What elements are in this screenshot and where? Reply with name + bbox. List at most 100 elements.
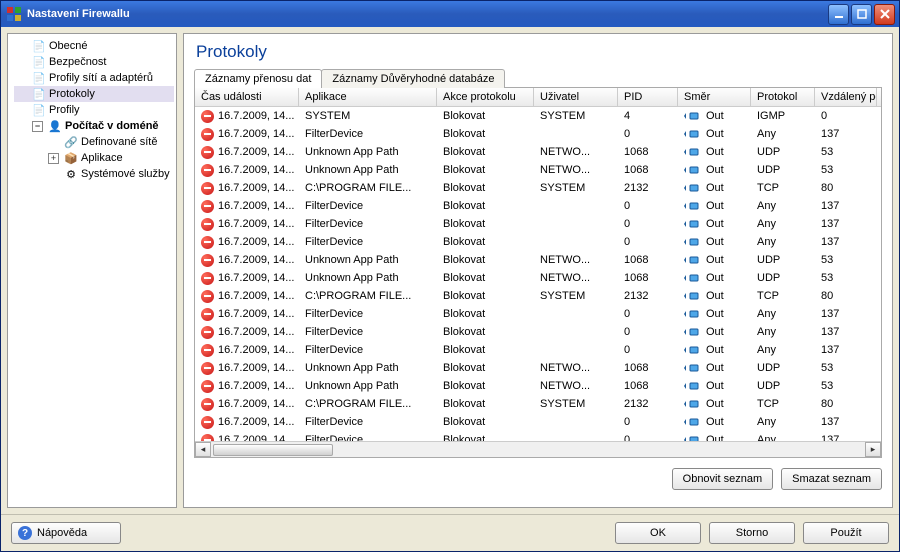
cell-user: SYSTEM xyxy=(534,287,618,305)
table-row[interactable]: 16.7.2009, 14...FilterDeviceBlokovat0Out… xyxy=(195,197,881,215)
cell-app: Unknown App Path xyxy=(299,251,437,269)
tree-item-pocitac[interactable]: − 👤 Počítač v doméně xyxy=(30,118,174,134)
cell-action: Blokovat xyxy=(437,125,534,143)
scroll-thumb[interactable] xyxy=(213,444,333,456)
direction-out-icon xyxy=(684,434,702,441)
tab-trusted-db[interactable]: Záznamy Důvěryhodné databáze xyxy=(321,69,505,88)
deny-icon xyxy=(201,434,214,442)
tree-item-profily-siti[interactable]: 📄 Profily sítí a adaptérů xyxy=(14,70,174,86)
tree-label: Definované sítě xyxy=(81,136,157,148)
scroll-right-icon[interactable]: ▸ xyxy=(865,442,881,457)
maximize-button[interactable] xyxy=(851,4,872,25)
table-row[interactable]: 16.7.2009, 14...C:\PROGRAM FILE...Blokov… xyxy=(195,179,881,197)
table-row[interactable]: 16.7.2009, 14...C:\PROGRAM FILE...Blokov… xyxy=(195,287,881,305)
cell-pid: 4 xyxy=(618,107,678,125)
col-pid[interactable]: PID xyxy=(618,88,678,106)
cell-dir: Out xyxy=(678,143,751,161)
cell-action: Blokovat xyxy=(437,395,534,413)
deny-icon xyxy=(201,128,214,141)
table-row[interactable]: 16.7.2009, 14...Unknown App PathBlokovat… xyxy=(195,269,881,287)
maximize-icon xyxy=(857,9,867,19)
tree-item-profily[interactable]: 📄 Profily xyxy=(14,102,174,118)
table-row[interactable]: 16.7.2009, 14...SYSTEMBlokovatSYSTEM4Out… xyxy=(195,107,881,125)
cell-time: 16.7.2009, 14... xyxy=(195,341,299,359)
direction-out-icon xyxy=(684,200,702,212)
table-row[interactable]: 16.7.2009, 14...FilterDeviceBlokovat0Out… xyxy=(195,125,881,143)
col-user[interactable]: Uživatel xyxy=(534,88,618,106)
cell-user xyxy=(534,125,618,143)
table-row[interactable]: 16.7.2009, 14...FilterDeviceBlokovat0Out… xyxy=(195,305,881,323)
cell-user xyxy=(534,197,618,215)
apply-button[interactable]: Použít xyxy=(803,522,889,544)
table-row[interactable]: 16.7.2009, 14...FilterDeviceBlokovat0Out… xyxy=(195,341,881,359)
page-icon: 📄 xyxy=(32,87,46,101)
deny-icon xyxy=(201,110,214,123)
tree-label: Počítač v doméně xyxy=(65,120,159,132)
tab-data-transfer[interactable]: Záznamy přenosu dat xyxy=(194,69,322,88)
cell-dir: Out xyxy=(678,431,751,441)
page-icon: 📄 xyxy=(32,39,46,53)
cell-user xyxy=(534,413,618,431)
tree-label: Protokoly xyxy=(49,88,95,100)
table-row[interactable]: 16.7.2009, 14...Unknown App PathBlokovat… xyxy=(195,143,881,161)
col-time[interactable]: Čas události xyxy=(195,88,299,106)
log-listview[interactable]: Čas události Aplikace Akce protokolu Uži… xyxy=(194,88,882,458)
refresh-button[interactable]: Obnovit seznam xyxy=(672,468,773,490)
cell-dir: Out xyxy=(678,287,751,305)
table-row[interactable]: 16.7.2009, 14...FilterDeviceBlokovat0Out… xyxy=(195,323,881,341)
minimize-button[interactable] xyxy=(828,4,849,25)
firewall-settings-window: Nastavení Firewallu 📄 Obecné xyxy=(0,0,900,552)
cell-user: NETWO... xyxy=(534,251,618,269)
cell-action: Blokovat xyxy=(437,431,534,441)
cell-pid: 0 xyxy=(618,233,678,251)
clear-button[interactable]: Smazat seznam xyxy=(781,468,882,490)
cell-action: Blokovat xyxy=(437,413,534,431)
cell-pid: 0 xyxy=(618,125,678,143)
col-dir[interactable]: Směr xyxy=(678,88,751,106)
profile-icon: 👤 xyxy=(48,119,62,133)
col-proto[interactable]: Protokol xyxy=(751,88,815,106)
cell-app: Unknown App Path xyxy=(299,269,437,287)
cell-proto: UDP xyxy=(751,251,815,269)
tree-item-definovane[interactable]: 🔗 Definované sítě xyxy=(46,134,174,150)
tree-item-obecne[interactable]: 📄 Obecné xyxy=(14,38,174,54)
table-row[interactable]: 16.7.2009, 14...FilterDeviceBlokovat0Out… xyxy=(195,215,881,233)
cell-port: 137 xyxy=(815,413,877,431)
titlebar[interactable]: Nastavení Firewallu xyxy=(1,1,899,27)
cell-app: C:\PROGRAM FILE... xyxy=(299,287,437,305)
tree-item-bezpecnost[interactable]: 📄 Bezpečnost xyxy=(14,54,174,70)
help-button[interactable]: ? Nápověda xyxy=(11,522,121,544)
h-scrollbar[interactable]: ◂ ▸ xyxy=(195,441,881,457)
cell-action: Blokovat xyxy=(437,179,534,197)
tree-item-sluzby[interactable]: ⚙ Systémové služby xyxy=(46,166,174,182)
table-row[interactable]: 16.7.2009, 14...Unknown App PathBlokovat… xyxy=(195,251,881,269)
table-row[interactable]: 16.7.2009, 14...FilterDeviceBlokovat0Out… xyxy=(195,233,881,251)
table-row[interactable]: 16.7.2009, 14...FilterDeviceBlokovat0Out… xyxy=(195,413,881,431)
scroll-left-icon[interactable]: ◂ xyxy=(195,442,211,457)
table-row[interactable]: 16.7.2009, 14...Unknown App PathBlokovat… xyxy=(195,161,881,179)
close-button[interactable] xyxy=(874,4,895,25)
collapse-icon[interactable]: − xyxy=(32,121,43,132)
cell-app: FilterDevice xyxy=(299,233,437,251)
tree-item-protokoly[interactable]: 📄 Protokoly xyxy=(14,86,174,102)
network-icon: 🔗 xyxy=(64,135,78,149)
table-row[interactable]: 16.7.2009, 14...C:\PROGRAM FILE...Blokov… xyxy=(195,395,881,413)
cell-action: Blokovat xyxy=(437,161,534,179)
listview-body[interactable]: 16.7.2009, 14...SYSTEMBlokovatSYSTEM4Out… xyxy=(195,107,881,441)
table-row[interactable]: 16.7.2009, 14...FilterDeviceBlokovat0Out… xyxy=(195,431,881,441)
ok-button[interactable]: OK xyxy=(615,522,701,544)
cancel-button[interactable]: Storno xyxy=(709,522,795,544)
tab-bar: Záznamy přenosu dat Záznamy Důvěryhodné … xyxy=(194,68,882,88)
cell-proto: Any xyxy=(751,197,815,215)
table-row[interactable]: 16.7.2009, 14...Unknown App PathBlokovat… xyxy=(195,377,881,395)
tree-item-aplikace[interactable]: + 📦 Aplikace xyxy=(46,150,174,166)
col-app[interactable]: Aplikace xyxy=(299,88,437,106)
col-port[interactable]: Vzdálený por xyxy=(815,88,877,106)
expand-icon[interactable]: + xyxy=(48,153,59,164)
nav-tree[interactable]: 📄 Obecné 📄 Bezpečnost 📄 Profily sítí a a… xyxy=(7,33,177,508)
col-action[interactable]: Akce protokolu xyxy=(437,88,534,106)
table-row[interactable]: 16.7.2009, 14...Unknown App PathBlokovat… xyxy=(195,359,881,377)
cell-port: 80 xyxy=(815,395,877,413)
cell-app: SYSTEM xyxy=(299,107,437,125)
cell-pid: 0 xyxy=(618,305,678,323)
